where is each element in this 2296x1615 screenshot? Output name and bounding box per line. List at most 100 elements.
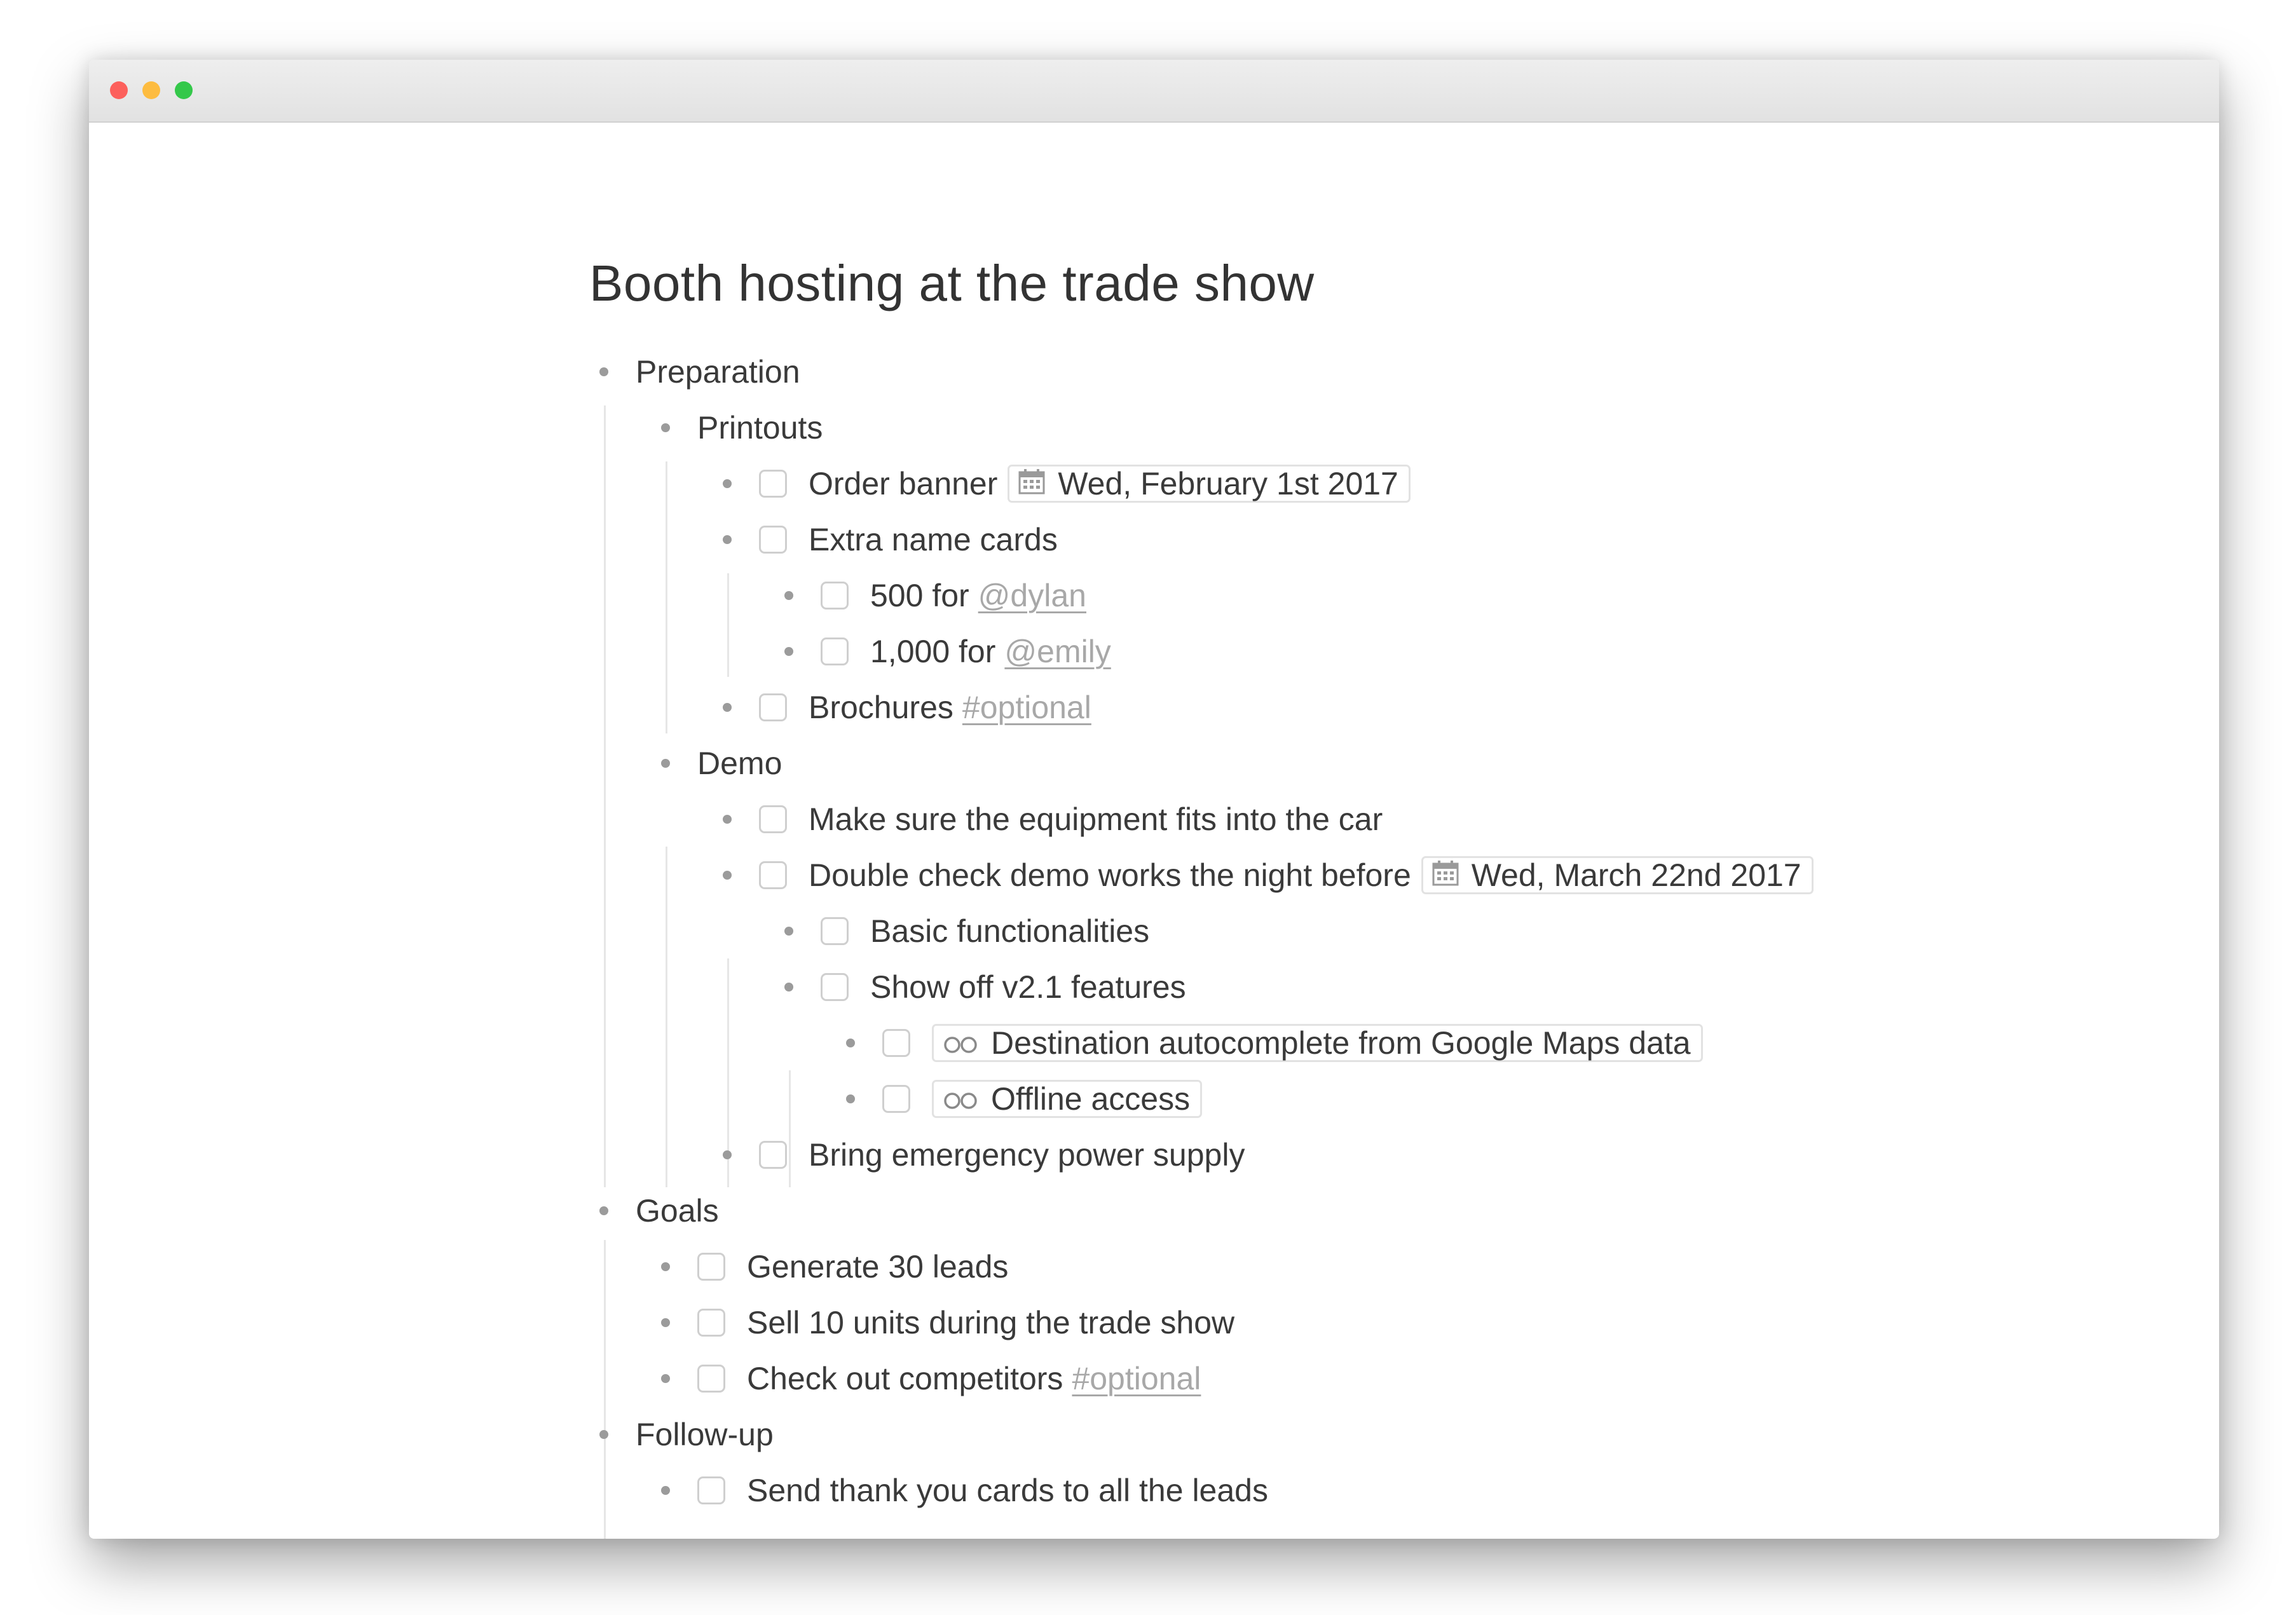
title-bar bbox=[89, 60, 2219, 123]
list-item[interactable]: Show off v2.1 features bbox=[784, 959, 1186, 1015]
infinity-link-icon bbox=[943, 1080, 978, 1117]
due-date-chip[interactable]: Wed, February 1st 2017 bbox=[1008, 465, 1411, 503]
task-checkbox[interactable] bbox=[821, 582, 849, 610]
item-label[interactable]: Order banner bbox=[809, 465, 997, 502]
item-label[interactable]: 500 for bbox=[870, 577, 969, 614]
list-item[interactable]: Brochures #optional bbox=[723, 679, 1091, 735]
bullet[interactable] bbox=[784, 927, 793, 936]
task-checkbox[interactable] bbox=[697, 1365, 725, 1393]
outline-guide-preparation bbox=[604, 405, 606, 1187]
list-item[interactable]: Destination autocomplete from Google Map… bbox=[846, 1015, 1703, 1071]
due-date-text: Wed, February 1st 2017 bbox=[1058, 466, 1398, 501]
bullet[interactable] bbox=[599, 1206, 608, 1215]
bullet[interactable] bbox=[661, 1374, 670, 1383]
hashtag-link[interactable]: #optional bbox=[1072, 1360, 1201, 1397]
list-item[interactable]: Offline access bbox=[846, 1071, 1203, 1127]
bullet[interactable] bbox=[723, 1150, 732, 1159]
task-checkbox[interactable] bbox=[882, 1085, 910, 1113]
minimize-window-button[interactable] bbox=[142, 81, 160, 99]
bullet[interactable] bbox=[784, 983, 793, 991]
item-label[interactable]: Send thank you cards to all the leads bbox=[747, 1472, 1268, 1509]
list-item[interactable]: Sell 10 units during the trade show bbox=[661, 1295, 1234, 1351]
list-item[interactable]: Make sure the equipment fits into the ca… bbox=[723, 791, 1383, 847]
list-item[interactable]: 500 for @dylan bbox=[784, 568, 1086, 624]
item-label[interactable]: 1,000 for bbox=[870, 633, 995, 670]
mirror-link-text: Destination autocomplete from Google Map… bbox=[991, 1025, 1691, 1061]
list-item[interactable]: Demo bbox=[661, 735, 782, 791]
due-date-text: Wed, March 22nd 2017 bbox=[1471, 857, 1801, 893]
item-label[interactable]: Extra name cards bbox=[809, 521, 1058, 558]
list-item[interactable]: Preparation bbox=[599, 344, 800, 400]
bullet[interactable] bbox=[599, 367, 608, 376]
list-item[interactable]: Send thank you cards to all the leads bbox=[661, 1462, 1268, 1518]
item-label[interactable]: Follow-up bbox=[636, 1416, 774, 1453]
mention-link[interactable]: @emily bbox=[1004, 633, 1110, 670]
list-item[interactable]: Printouts bbox=[661, 400, 823, 456]
bullet[interactable] bbox=[846, 1039, 855, 1047]
list-item[interactable]: Check out competitors #optional bbox=[661, 1351, 1201, 1407]
list-item[interactable]: Basic functionalities bbox=[784, 903, 1149, 959]
bullet[interactable] bbox=[784, 591, 793, 600]
maximize-window-button[interactable] bbox=[175, 81, 193, 99]
task-checkbox[interactable] bbox=[759, 470, 787, 498]
list-item[interactable]: Extra name cards bbox=[723, 512, 1058, 568]
item-label[interactable]: Printouts bbox=[697, 409, 823, 446]
page-title[interactable]: Booth hosting at the trade show bbox=[589, 258, 1315, 309]
mirror-link-chip[interactable]: Offline access bbox=[932, 1080, 1203, 1118]
mention-link[interactable]: @dylan bbox=[978, 577, 1086, 614]
list-item[interactable]: Bring emergency power supply bbox=[723, 1127, 1245, 1183]
item-label[interactable]: Brochures bbox=[809, 689, 953, 726]
hashtag-link[interactable]: #optional bbox=[962, 689, 1091, 726]
bullet[interactable] bbox=[723, 871, 732, 880]
task-checkbox[interactable] bbox=[821, 637, 849, 665]
mirror-link-text: Offline access bbox=[991, 1081, 1191, 1117]
list-item[interactable]: Goals bbox=[599, 1183, 719, 1239]
task-checkbox[interactable] bbox=[821, 973, 849, 1001]
bullet[interactable] bbox=[846, 1094, 855, 1103]
item-label[interactable]: Generate 30 leads bbox=[747, 1248, 1008, 1285]
item-label[interactable]: Goals bbox=[636, 1192, 719, 1229]
close-window-button[interactable] bbox=[110, 81, 128, 99]
list-item[interactable]: 1,000 for @emily bbox=[784, 624, 1111, 679]
task-checkbox[interactable] bbox=[882, 1029, 910, 1057]
item-label[interactable]: Show off v2.1 features bbox=[870, 969, 1186, 1005]
infinity-link-icon bbox=[943, 1025, 978, 1061]
list-item[interactable]: Order banner Wed, February 1st 2017 bbox=[723, 456, 1411, 512]
bullet[interactable] bbox=[599, 1430, 608, 1439]
bullet[interactable] bbox=[661, 1262, 670, 1271]
item-label[interactable]: Double check demo works the night before bbox=[809, 857, 1411, 894]
calendar-icon bbox=[1018, 465, 1045, 502]
bullet[interactable] bbox=[661, 1318, 670, 1327]
list-item[interactable]: Double check demo works the night before bbox=[723, 847, 1814, 903]
task-checkbox[interactable] bbox=[697, 1253, 725, 1281]
item-label[interactable]: Demo bbox=[697, 745, 782, 782]
bullet[interactable] bbox=[784, 647, 793, 656]
task-checkbox[interactable] bbox=[759, 861, 787, 889]
bullet[interactable] bbox=[661, 1486, 670, 1495]
bullet[interactable] bbox=[723, 815, 732, 824]
task-checkbox[interactable] bbox=[697, 1476, 725, 1504]
task-checkbox[interactable] bbox=[759, 1141, 787, 1169]
item-label[interactable]: Check out competitors bbox=[747, 1360, 1063, 1397]
mirror-link-chip[interactable]: Destination autocomplete from Google Map… bbox=[932, 1024, 1703, 1062]
item-label[interactable]: Preparation bbox=[636, 353, 800, 390]
outline-guide-printouts bbox=[666, 461, 667, 733]
outline-guide-extra-name-cards bbox=[727, 573, 729, 677]
item-label[interactable]: Bring emergency power supply bbox=[809, 1136, 1245, 1173]
bullet[interactable] bbox=[723, 703, 732, 712]
task-checkbox[interactable] bbox=[821, 917, 849, 945]
list-item[interactable]: Generate 30 leads bbox=[661, 1239, 1008, 1295]
item-label[interactable]: Make sure the equipment fits into the ca… bbox=[809, 801, 1383, 838]
task-checkbox[interactable] bbox=[759, 526, 787, 554]
bullet[interactable] bbox=[661, 423, 670, 432]
bullet[interactable] bbox=[723, 535, 732, 544]
bullet[interactable] bbox=[661, 759, 670, 768]
task-checkbox[interactable] bbox=[697, 1309, 725, 1337]
task-checkbox[interactable] bbox=[759, 805, 787, 833]
due-date-chip[interactable]: Wed, March 22nd 2017 bbox=[1421, 856, 1814, 894]
item-label[interactable]: Basic functionalities bbox=[870, 913, 1149, 950]
bullet[interactable] bbox=[723, 479, 732, 488]
item-label[interactable]: Sell 10 units during the trade show bbox=[747, 1304, 1234, 1341]
task-checkbox[interactable] bbox=[759, 693, 787, 721]
list-item[interactable]: Follow-up bbox=[599, 1407, 774, 1462]
